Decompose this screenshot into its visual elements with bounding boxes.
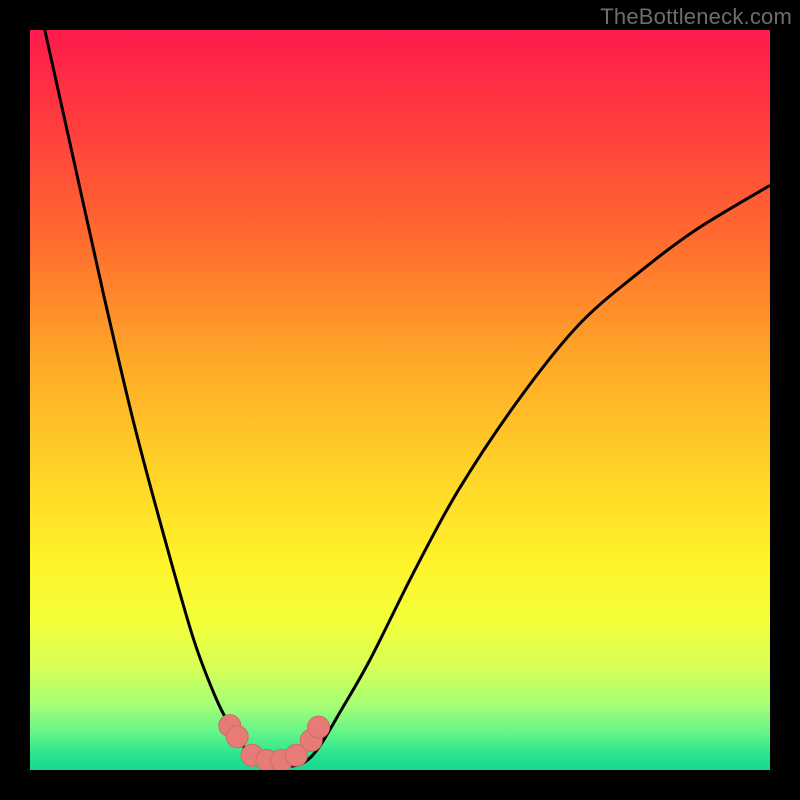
curve-marker xyxy=(226,726,248,748)
bottleneck-curve xyxy=(45,30,770,767)
chart-frame: TheBottleneck.com xyxy=(0,0,800,800)
plot-area xyxy=(30,30,770,770)
curve-layer xyxy=(30,30,770,770)
curve-markers xyxy=(219,715,330,770)
curve-path xyxy=(45,30,770,767)
curve-marker xyxy=(308,716,330,738)
watermark-text: TheBottleneck.com xyxy=(600,4,792,30)
